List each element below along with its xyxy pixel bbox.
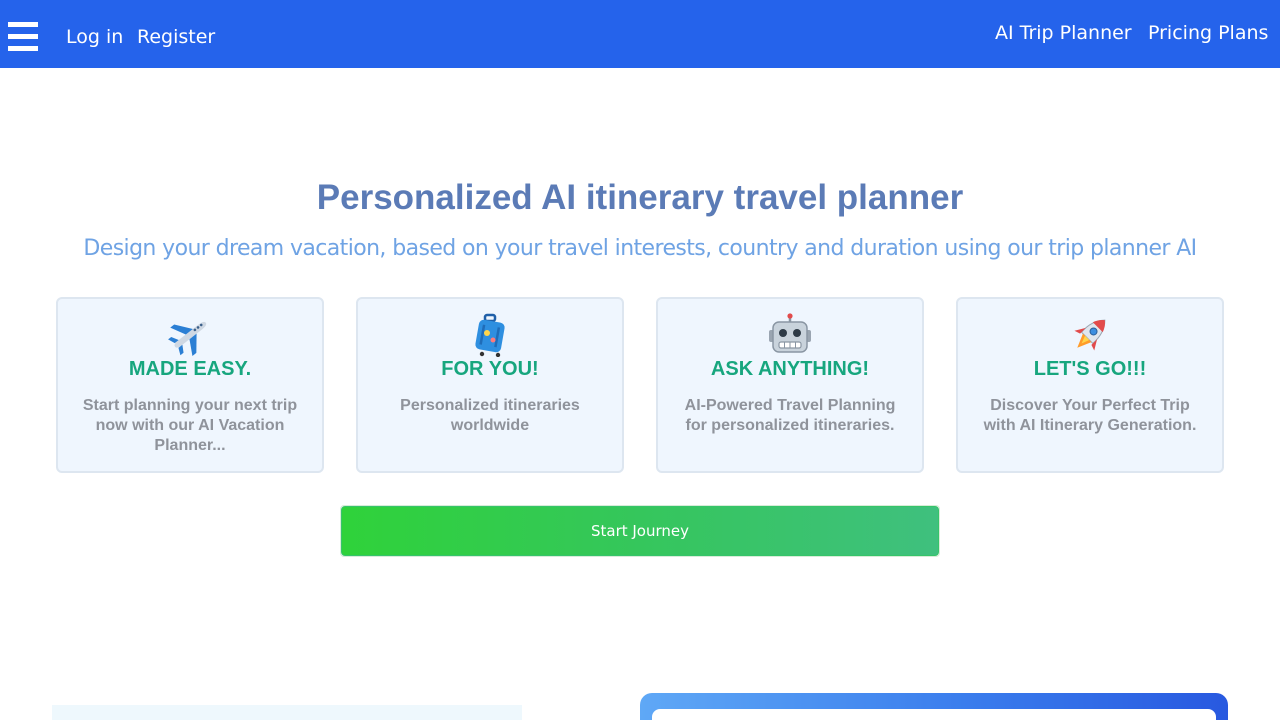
feature-description: Discover Your Perfect Trip with AI Itine… <box>983 397 1197 434</box>
bottom-right-panel <box>640 693 1228 720</box>
rocket-icon <box>958 313 1222 357</box>
menu-icon[interactable] <box>8 22 38 52</box>
bottom-right-panel-inner <box>652 709 1216 720</box>
start-journey-button[interactable]: Start Journey <box>341 506 939 556</box>
luggage-icon <box>358 313 622 357</box>
login-link[interactable]: Log in <box>66 26 123 48</box>
feature-title: LET'S GO!!! <box>1033 358 1147 380</box>
feature-card-lets-go: LET'S GO!!! Discover Your Perfect Trip w… <box>956 297 1224 473</box>
feature-card-ask-anything: ASK ANYTHING! AI-Powered Travel Planning… <box>656 297 924 473</box>
feature-title: ASK ANYTHING! <box>710 358 870 380</box>
feature-card-for-you: FOR YOU! Personalized itineraries worldw… <box>356 297 624 473</box>
feature-description: AI-Powered Travel Planning for personali… <box>684 397 896 434</box>
feature-title: FOR YOU! <box>441 358 539 380</box>
feature-card-made-easy: MADE EASY. Start planning your next trip… <box>56 297 324 473</box>
airplane-icon <box>58 313 322 357</box>
pricing-plans-link[interactable]: Pricing Plans <box>1148 22 1268 44</box>
bottom-left-panel <box>52 705 522 720</box>
feature-title: MADE EASY. <box>128 358 252 380</box>
page-title: Personalized AI itinerary travel planner <box>316 178 964 217</box>
top-navbar: Log in Register AI Trip Planner Pricing … <box>0 0 1280 68</box>
register-link[interactable]: Register <box>137 26 215 48</box>
feature-description: Start planning your next trip now with o… <box>82 397 298 454</box>
page-subtitle: Design your dream vacation, based on you… <box>83 236 1197 261</box>
feature-description: Personalized itineraries worldwide <box>400 397 580 434</box>
ai-trip-planner-link[interactable]: AI Trip Planner <box>995 22 1132 44</box>
robot-icon <box>658 313 922 357</box>
